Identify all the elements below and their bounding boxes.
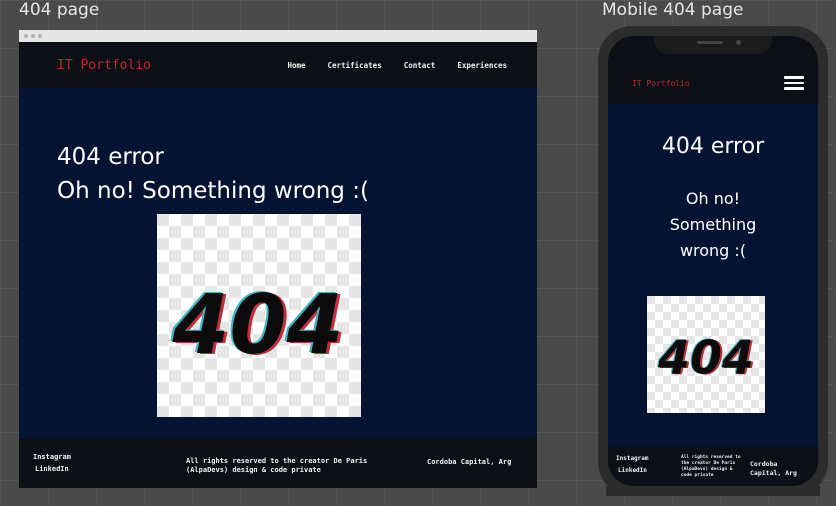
footer-location: Cordoba Capital, Arg [427, 458, 512, 466]
browser-dot-icon [31, 34, 35, 38]
hamburger-menu-icon[interactable] [784, 76, 804, 90]
error-heading: 404 error Oh no! Something wrong :( [57, 140, 369, 208]
footer-social-links: Instagram LinkedIn [33, 453, 71, 473]
phone-notch [654, 36, 772, 54]
browser-dot-icon [38, 34, 42, 38]
browser-bar [19, 30, 537, 42]
navbar: IT Portfolio Home Certificates Contact E… [19, 42, 537, 88]
mobile-main: 404 error Oh no! Something wrong :( 404 … [608, 104, 818, 446]
footer-rights-line: (AlpaDevs) design & code private [186, 466, 321, 474]
mobile-404-page: IT Portfolio 404 error Oh no! Something … [608, 36, 818, 486]
mobile-message-line: Something [669, 215, 757, 234]
404-text: 404 [171, 278, 343, 373]
phone-base [606, 486, 820, 496]
mobile-footer: Instagram LinkedIn All rights reserved t… [608, 446, 818, 486]
404-image: 404 404 404 [157, 214, 361, 417]
mobile-frame-label: Mobile 404 page [602, 0, 744, 20]
desktop-frame-label: 404 page [19, 0, 100, 20]
speaker-icon [697, 41, 723, 44]
mobile-404-image: 404 404 404 [647, 296, 765, 413]
footer-location-line: Cordoba [750, 460, 778, 468]
mobile-footer-rights: All rights reserved to the creator De Pa… [681, 455, 747, 479]
footer-link-instagram[interactable]: Instagram [33, 453, 71, 461]
footer: Instagram LinkedIn All rights reserved t… [19, 438, 537, 488]
camera-icon [736, 40, 741, 45]
browser-dot-icon [24, 34, 28, 38]
error-message: Oh no! Something wrong :( [57, 178, 369, 204]
site-logo[interactable]: IT Portfolio [57, 58, 151, 73]
mobile-footer-social-links: Instagram LinkedIn [616, 455, 649, 474]
footer-link-linkedin[interactable]: LinkedIn [616, 467, 649, 474]
mobile-error-title: 404 error [661, 134, 765, 159]
phone-frame: IT Portfolio 404 error Oh no! Something … [598, 26, 828, 496]
desktop-404-page: IT Portfolio Home Certificates Contact E… [19, 30, 537, 488]
footer-link-linkedin[interactable]: LinkedIn [33, 465, 71, 473]
mobile-site-logo[interactable]: IT Portfolio [632, 79, 690, 88]
footer-link-instagram[interactable]: Instagram [616, 455, 649, 462]
nav-link-home[interactable]: Home [287, 61, 305, 70]
footer-rights: All rights reserved to the creator De Pa… [186, 457, 367, 475]
mobile-message-line: Oh no! [685, 189, 741, 208]
nav-links: Home Certificates Contact Experiences [287, 61, 507, 70]
nav-link-contact[interactable]: Contact [404, 61, 436, 70]
mobile-footer-location: Cordoba Capital, Arg [750, 460, 812, 478]
nav-link-certificates[interactable]: Certificates [328, 61, 382, 70]
footer-rights-line: All rights reserved to the creator De Pa… [186, 457, 368, 465]
nav-link-experiences[interactable]: Experiences [457, 61, 507, 70]
mobile-error-message: Oh no! Something wrong :( [653, 186, 773, 264]
footer-location-line: Capital, Arg [750, 469, 797, 477]
mobile-navbar: IT Portfolio [608, 62, 818, 104]
mobile-message-line: wrong :( [679, 241, 747, 260]
error-title: 404 error [57, 144, 164, 170]
404-text: 404 [657, 331, 754, 385]
footer-rights-line: code private [681, 473, 714, 478]
